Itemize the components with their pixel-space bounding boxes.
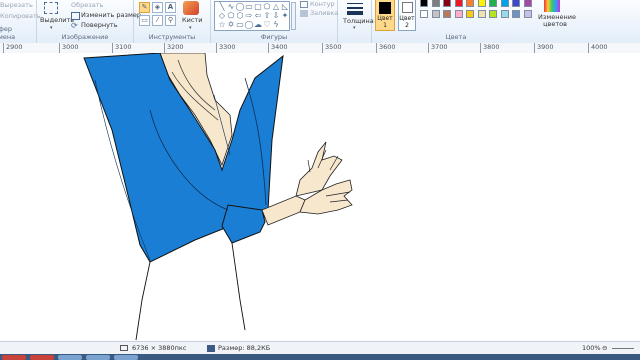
shapes-group: ╲ ∿ ◯ ▭ ▢ ⬠ △ ◺ ◇ ⬠ ⬡ ⇨ ⇦ ⇧ ⇩ ✦ ☆ ✡ ▭ ◯ … (211, 0, 338, 43)
clipboard-group: Вырезать Копировать Буфер обмена (0, 0, 41, 43)
zoom-slider[interactable] (612, 348, 634, 349)
edit-colors-button[interactable]: Изменение цветов (538, 14, 576, 28)
ruler-mark: 3500 (322, 43, 342, 53)
color-picker-icon[interactable]: ⁄ (152, 15, 163, 26)
crop-button[interactable]: Обрезать (71, 1, 103, 9)
file-size-icon (207, 345, 215, 352)
right-triangle-shape-icon[interactable]: ◺ (280, 2, 290, 11)
color-swatch[interactable] (512, 10, 520, 18)
select-dropdown-icon[interactable]: ▾ (50, 25, 53, 31)
magnifier-icon[interactable]: ⚲ (165, 15, 176, 26)
color2-swatch (402, 2, 413, 13)
thickness-group: Толщина ▾ (338, 0, 374, 43)
tools-group-label: Инструменты (148, 33, 196, 41)
color-swatch[interactable] (431, 0, 440, 7)
colors-group-label: Цвета (445, 33, 467, 41)
resize-button[interactable]: Изменить размер (81, 11, 141, 19)
color1-label: Цвет 1 (377, 15, 393, 29)
taskbar (0, 354, 640, 360)
color-swatch[interactable] (489, 10, 497, 18)
taskbar-app-button[interactable] (86, 355, 110, 360)
outline-icon[interactable] (300, 1, 308, 8)
select-button[interactable]: Выделить (40, 16, 74, 24)
ruler-mark: 3800 (480, 43, 500, 53)
color-swatch[interactable] (466, 0, 474, 7)
color-swatch[interactable] (500, 10, 509, 18)
color1-swatch (379, 2, 391, 14)
color2-label: Цвет 2 (399, 15, 415, 29)
color-swatch[interactable] (512, 0, 520, 7)
edit-colors-icon[interactable] (544, 0, 560, 12)
text-icon[interactable]: A (165, 2, 176, 13)
image-group-label: Изображение (61, 33, 109, 41)
lightning-shape-icon[interactable]: ϟ (271, 20, 281, 29)
leg-line (135, 261, 151, 341)
color-swatch[interactable] (454, 0, 463, 7)
image-group: Выделить ▾ Обрезать Изменить размер ⟳ По… (37, 0, 141, 43)
ruler-mark: 3900 (534, 43, 554, 53)
ruler-mark: 2900 (3, 43, 23, 53)
drawing-artwork (83, 53, 353, 341)
ruler-mark: 3600 (376, 43, 396, 53)
ruler-mark: 3300 (216, 43, 236, 53)
color-swatch[interactable] (420, 0, 428, 7)
outline-button[interactable]: Контур (310, 0, 335, 8)
cut-button[interactable]: Вырезать (0, 1, 33, 9)
colors-group: Цвет 1 Цвет 2 Изменение цветов Цвета (372, 0, 580, 43)
color-palette (420, 0, 536, 23)
brushes-button[interactable]: Кисти (182, 16, 202, 24)
brushes-icon[interactable] (183, 1, 199, 15)
color-swatch[interactable] (443, 0, 451, 7)
color-swatch[interactable] (477, 10, 486, 18)
ruler-mark: 3400 (268, 43, 288, 53)
color-swatch[interactable] (523, 10, 532, 18)
status-bar: 6736 × 3880пкс Размер: 88,2КБ 100% ⊖ (0, 341, 640, 355)
fill-icon[interactable] (300, 10, 308, 17)
selection-size-icon (120, 345, 128, 351)
rotate-icon: ⟳ (71, 21, 78, 30)
ruler-mark: 3000 (59, 43, 79, 53)
color-swatch[interactable] (454, 10, 463, 18)
drawing-canvas[interactable] (0, 53, 640, 341)
jacket-sleeve (221, 204, 266, 244)
taskbar-app-button[interactable] (114, 355, 138, 360)
four-point-star-icon[interactable]: ✦ (280, 11, 290, 20)
ruler-mark: 3700 (428, 43, 448, 53)
brushes-dropdown-icon[interactable]: ▾ (189, 25, 192, 31)
color-swatch[interactable] (443, 10, 451, 18)
copy-button[interactable]: Копировать (0, 12, 41, 20)
thickness-icon[interactable] (347, 3, 363, 16)
pencil-icon[interactable]: ✎ (139, 2, 150, 13)
ruler-mark: 3200 (164, 43, 184, 53)
shapes-scroll-icon[interactable] (291, 2, 296, 30)
resize-icon (71, 12, 80, 20)
color2-button[interactable]: Цвет 2 (398, 0, 416, 31)
taskbar-app-button[interactable] (2, 355, 26, 360)
color-swatch[interactable] (523, 0, 532, 7)
fill-bucket-icon[interactable]: ◈ (152, 2, 163, 13)
color-swatch[interactable] (489, 0, 497, 7)
eraser-icon[interactable]: ▭ (139, 15, 150, 26)
color1-button[interactable]: Цвет 1 (375, 0, 395, 31)
ruler-mark: 3100 (112, 43, 132, 53)
color-swatch[interactable] (500, 0, 509, 7)
taskbar-app-button[interactable] (30, 355, 54, 360)
taskbar-app-button[interactable] (58, 355, 82, 360)
color-swatch[interactable] (477, 0, 486, 7)
ribbon: Вырезать Копировать Буфер обмена Выделит… (0, 0, 640, 44)
rotate-button[interactable]: Повернуть (81, 21, 118, 29)
tools-group: ✎ ◈ A ▭ ⁄ ⚲ Кисти ▾ Инструменты (134, 0, 211, 43)
thickness-dropdown-icon[interactable]: ▾ (353, 25, 356, 31)
color-swatch[interactable] (466, 10, 474, 18)
fill-button[interactable]: Заливка (310, 9, 338, 17)
clipboard-group-label: Буфер обмена (0, 25, 16, 41)
color-swatch[interactable] (420, 10, 428, 18)
shapes-group-label: Фигуры (260, 33, 288, 41)
thickness-button[interactable]: Толщина (343, 17, 374, 25)
ruler-mark: 4000 (588, 43, 608, 53)
color-swatch[interactable] (431, 10, 440, 18)
select-icon[interactable] (44, 2, 58, 14)
leg-line (231, 242, 246, 331)
